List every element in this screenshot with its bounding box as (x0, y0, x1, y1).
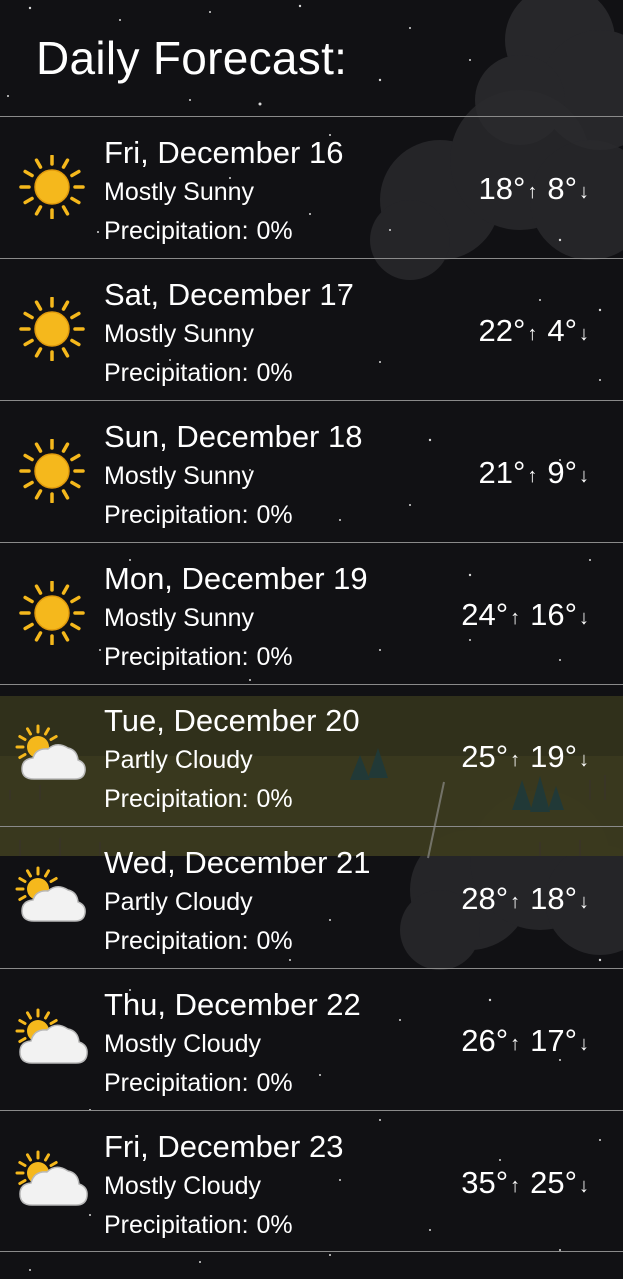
precipitation-label: Precipitation: (104, 1069, 249, 1097)
precipitation-label: Precipitation: (104, 359, 249, 387)
forecast-row[interactable]: Thu, December 22 Mostly Cloudy Precipitati… (0, 968, 623, 1110)
forecast-condition: Partly Cloudy (104, 746, 253, 774)
precipitation-label: Precipitation: (104, 927, 249, 955)
arrow-up-icon: ↑ (510, 1175, 521, 1197)
partly-cloudy-icon (14, 723, 90, 787)
forecast-row[interactable]: Fri, December 16 Mostly Sunny Precipitatio… (0, 116, 623, 258)
precipitation-value: 0% (256, 217, 293, 245)
precipitation-label: Precipitation: (104, 643, 249, 671)
low-temperature: 18° (530, 881, 577, 916)
forecast-condition: Mostly Sunny (104, 320, 255, 348)
partly-cloudy-icon (14, 865, 90, 929)
forecast-date: Thu, December 22 (104, 987, 361, 1022)
precipitation-line: Precipitation: 0% (104, 926, 293, 956)
forecast-date: Sat, December 17 (104, 277, 354, 312)
temperature-range: 35° ↑ 25° ↓ (461, 1165, 589, 1204)
precipitation-value: 0% (256, 1069, 293, 1097)
high-temperature: 35° (461, 1165, 509, 1200)
forecast-row[interactable]: Sun, December 18 Mostly Sunny Precipitatio… (0, 400, 623, 542)
low-temperature: 25° (530, 1165, 577, 1200)
arrow-down-icon: ↓ (579, 465, 589, 487)
temperature-range: 22° ↑ 4° ↓ (478, 313, 589, 352)
precipitation-line: Precipitation: 0% (104, 784, 293, 814)
forecast-date: Mon, December 19 (104, 561, 368, 596)
high-temperature: 18° (478, 171, 526, 206)
low-temperature: 16° (530, 597, 577, 632)
temperature-range: 24° ↑ 16° ↓ (461, 597, 589, 636)
low-temperature: 19° (530, 739, 577, 774)
temperature-range: 28° ↑ 18° ↓ (461, 881, 589, 920)
forecast-date: Tue, December 20 (104, 703, 360, 738)
forecast-row[interactable]: Mon, December 19 Mostly Sunny Precipitatio… (0, 542, 623, 684)
forecast-condition: Mostly Sunny (104, 178, 255, 206)
forecast-header: Daily Forecast: (0, 0, 623, 116)
forecast-row[interactable]: Sat, December 17 Mostly Sunny Precipitatio… (0, 258, 623, 400)
daily-forecast-list: Fri, December 16 Mostly Sunny Precipitatio… (0, 116, 623, 1252)
forecast-date: Fri, December 16 (104, 135, 344, 170)
page-title: Daily Forecast: (36, 32, 348, 84)
precipitation-value: 0% (256, 927, 293, 955)
temperature-range: 26° ↑ 17° ↓ (461, 1023, 589, 1062)
high-temperature: 25° (461, 739, 509, 774)
forecast-condition: Partly Cloudy (104, 888, 253, 916)
arrow-down-icon: ↓ (579, 323, 589, 345)
precipitation-line: Precipitation: 0% (104, 358, 293, 388)
precipitation-label: Precipitation: (104, 217, 249, 245)
high-temperature: 24° (461, 597, 509, 632)
arrow-down-icon: ↓ (579, 1033, 589, 1055)
arrow-up-icon: ↑ (510, 891, 521, 913)
precipitation-label: Precipitation: (104, 785, 249, 813)
precipitation-value: 0% (256, 1211, 293, 1239)
low-temperature: 4° (547, 313, 577, 348)
forecast-date: Sun, December 18 (104, 419, 363, 454)
precipitation-label: Precipitation: (104, 501, 249, 529)
high-temperature: 26° (461, 1023, 509, 1058)
arrow-up-icon: ↑ (527, 181, 538, 203)
forecast-condition: Mostly Sunny (104, 462, 255, 490)
mostly-cloudy-icon (14, 1149, 90, 1213)
arrow-down-icon: ↓ (579, 607, 589, 629)
low-temperature: 17° (530, 1023, 577, 1058)
precipitation-line: Precipitation: 0% (104, 500, 293, 530)
high-temperature: 21° (478, 455, 526, 490)
forecast-row[interactable]: Tue, December 20 Partly Cloudy Precipitati… (0, 684, 623, 826)
arrow-up-icon: ↑ (510, 607, 521, 629)
forecast-condition: Mostly Sunny (104, 604, 255, 632)
precipitation-line: Precipitation: 0% (104, 216, 293, 246)
forecast-row[interactable]: Wed, December 21 Partly Cloudy Precipitati… (0, 826, 623, 968)
arrow-up-icon: ↑ (527, 323, 538, 345)
precipitation-value: 0% (256, 501, 293, 529)
arrow-up-icon: ↑ (527, 465, 538, 487)
precipitation-line: Precipitation: 0% (104, 1210, 293, 1240)
high-temperature: 28° (461, 881, 509, 916)
forecast-row[interactable]: Fri, December 23 Mostly Cloudy Precipitati… (0, 1110, 623, 1252)
temperature-range: 25° ↑ 19° ↓ (461, 739, 589, 778)
mostly-cloudy-icon (14, 1007, 90, 1071)
sun-icon (14, 438, 90, 504)
arrow-up-icon: ↑ (510, 1033, 521, 1055)
sun-icon (14, 580, 90, 646)
forecast-date: Wed, December 21 (104, 845, 371, 880)
arrow-down-icon: ↓ (579, 749, 589, 771)
arrow-down-icon: ↓ (579, 891, 589, 913)
precipitation-line: Precipitation: 0% (104, 642, 293, 672)
forecast-condition: Mostly Cloudy (104, 1030, 261, 1058)
forecast-date: Fri, December 23 (104, 1129, 344, 1164)
precipitation-label: Precipitation: (104, 1211, 249, 1239)
temperature-range: 21° ↑ 9° ↓ (478, 455, 589, 494)
precipitation-value: 0% (256, 785, 293, 813)
high-temperature: 22° (478, 313, 526, 348)
precipitation-value: 0% (256, 643, 293, 671)
arrow-up-icon: ↑ (510, 749, 521, 771)
sun-icon (14, 154, 90, 220)
low-temperature: 8° (547, 171, 577, 206)
precipitation-value: 0% (256, 359, 293, 387)
forecast-condition: Mostly Cloudy (104, 1172, 261, 1200)
temperature-range: 18° ↑ 8° ↓ (478, 171, 589, 210)
sun-icon (14, 296, 90, 362)
arrow-down-icon: ↓ (579, 1175, 589, 1197)
precipitation-line: Precipitation: 0% (104, 1068, 293, 1098)
arrow-down-icon: ↓ (579, 181, 589, 203)
low-temperature: 9° (547, 455, 577, 490)
